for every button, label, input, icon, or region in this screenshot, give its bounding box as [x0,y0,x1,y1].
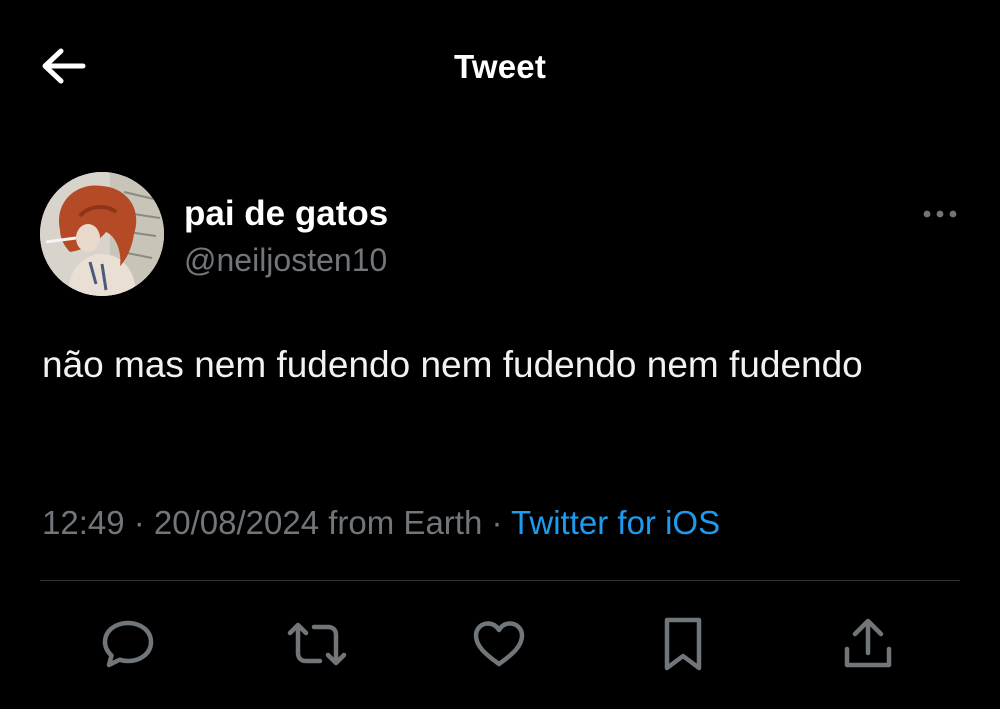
top-bar: Tweet [0,0,1000,135]
tweet-author: pai de gatos @neiljosten10 [40,172,960,297]
tweet-location: from Earth [319,504,483,541]
tweet-time[interactable]: 12:49 [42,504,125,541]
tweet-metadata: 12:49 · 20/08/2024 from Earth · Twitter … [42,504,720,542]
more-options-button[interactable] [920,200,960,230]
meta-separator: · [482,504,512,541]
more-horizontal-icon [922,206,958,224]
retweet-icon [286,619,348,669]
meta-separator: · [124,504,154,541]
like-button[interactable] [467,612,531,676]
heart-icon [471,619,527,669]
tweet-actions [0,612,1000,676]
avatar[interactable] [40,172,164,296]
tweet-date[interactable]: 20/08/2024 [154,504,319,541]
bookmark-button[interactable] [651,612,715,676]
profile-photo [40,172,164,296]
tweet-source-link[interactable]: Twitter for iOS [511,504,720,541]
divider [40,580,960,581]
display-name[interactable]: pai de gatos [184,194,388,234]
retweet-button[interactable] [285,612,349,676]
reply-button[interactable] [96,612,160,676]
share-button[interactable] [836,612,900,676]
tweet-text: não mas nem fudendo nem fudendo nem fude… [42,344,863,385]
user-handle[interactable]: @neiljosten10 [184,242,387,279]
bookmark-icon [661,616,705,672]
reply-icon [101,618,155,670]
share-icon [842,617,894,671]
page-title: Tweet [453,48,547,85]
